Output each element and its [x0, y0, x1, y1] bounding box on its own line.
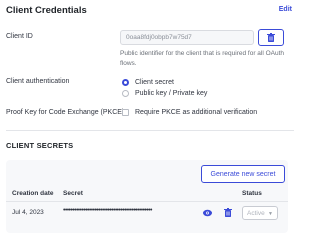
edit-link[interactable]: Edit: [279, 6, 292, 13]
radio-button-checked[interactable]: [122, 78, 129, 86]
radio-client-secret[interactable]: Client secret: [122, 77, 207, 87]
radio-label: Public key / Private key: [135, 89, 208, 97]
secret-masked-value: ••••••••••••••••••••••••••••••••••••••••…: [63, 207, 152, 214]
pkce-checkbox-label: Require PKCE as additional verification: [135, 109, 258, 116]
status-dropdown[interactable]: Active ▼: [242, 206, 278, 220]
generate-new-secret-button[interactable]: Generate new secret: [201, 165, 285, 183]
column-header-status: Status: [242, 190, 262, 197]
client-id-helper-text: Public identifier for the client that is…: [120, 50, 285, 67]
table-header-divider: [6, 201, 288, 202]
pkce-label: Proof Key for Code Exchange (PKCE): [6, 109, 125, 116]
trash-icon[interactable]: [224, 208, 232, 217]
client-id-label: Client ID: [6, 33, 33, 40]
secret-creation-date: Jul 4, 2023: [12, 209, 44, 216]
chevron-down-icon: ▼: [268, 211, 273, 217]
column-header-creation-date: Creation date: [12, 190, 54, 197]
pkce-checkbox-row[interactable]: Require PKCE as additional verification: [122, 109, 257, 116]
client-secrets-heading: CLIENT SECRETS: [6, 141, 74, 150]
client-auth-radio-group: Client secret Public key / Private key: [122, 77, 207, 99]
radio-public-private-key[interactable]: Public key / Private key: [122, 88, 207, 98]
client-auth-label: Client authentication: [6, 78, 70, 85]
column-header-secret: Secret: [63, 190, 83, 197]
status-value: Active: [247, 210, 265, 217]
pkce-checkbox[interactable]: [122, 109, 129, 116]
client-id-action-button[interactable]: [258, 29, 284, 46]
radio-label: Client secret: [135, 78, 174, 86]
section-title: Client Credentials: [6, 5, 87, 16]
client-id-field[interactable]: 0oaa8fdj0obpb7w75d7: [120, 30, 254, 45]
radio-button[interactable]: [122, 89, 129, 97]
trash-icon: [267, 33, 275, 42]
section-divider: [6, 130, 294, 131]
eye-icon[interactable]: [203, 209, 212, 217]
